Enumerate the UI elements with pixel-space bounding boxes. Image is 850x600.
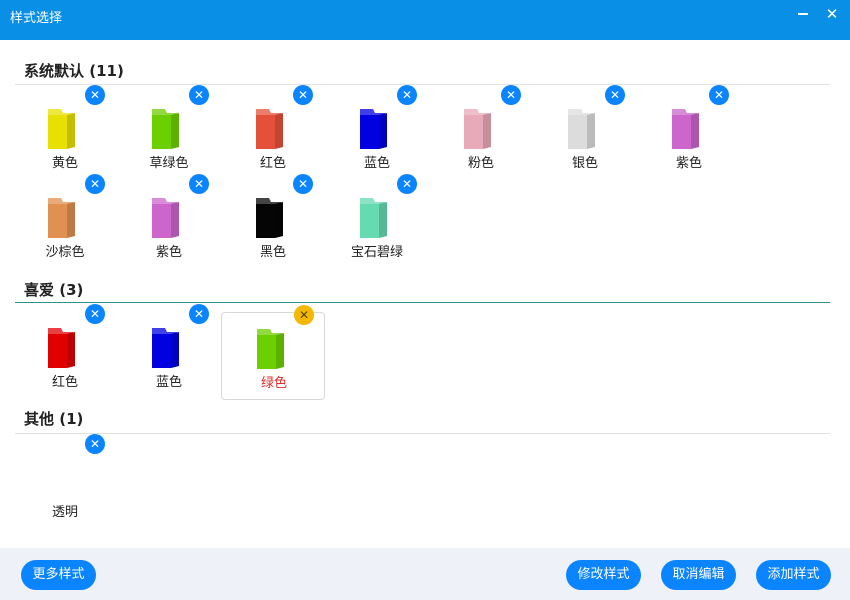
more-styles-button[interactable]: 更多样式	[21, 560, 96, 590]
folder-icon	[357, 196, 391, 240]
section-title: 系统默认 (11)	[24, 62, 124, 80]
delete-icon[interactable]: ✕	[85, 174, 105, 194]
cancel-edit-button[interactable]: 取消编辑	[661, 560, 736, 590]
style-label: 红色	[259, 156, 286, 171]
style-label: 沙棕色	[45, 245, 85, 260]
style-tile[interactable]: 紫色 ✕	[637, 85, 741, 181]
delete-icon[interactable]: ✕	[709, 85, 729, 105]
style-label: 银色	[571, 156, 598, 171]
delete-icon[interactable]: ✕	[293, 174, 313, 194]
delete-icon[interactable]: ✕	[85, 304, 105, 324]
style-label: 草绿色	[149, 156, 189, 171]
section-divider	[15, 302, 830, 303]
style-tile[interactable]: 蓝色 ✕	[325, 85, 429, 181]
style-tile[interactable]: 黄色 ✕	[13, 85, 117, 181]
window-title: 样式选择	[10, 11, 63, 26]
add-style-button[interactable]: 添加样式	[756, 560, 831, 590]
style-tile[interactable]: 红色 ✕	[13, 304, 117, 400]
style-tile[interactable]: 红色 ✕	[221, 85, 325, 181]
style-tile[interactable]: 草绿色 ✕	[117, 85, 221, 181]
delete-icon[interactable]: ✕	[397, 174, 417, 194]
folder-icon	[45, 456, 79, 500]
style-tile[interactable]: 蓝色 ✕	[117, 304, 221, 400]
style-tile[interactable]: 沙棕色 ✕	[13, 174, 117, 270]
folder-icon	[149, 196, 183, 240]
style-label: 蓝色	[155, 375, 182, 390]
style-tile[interactable]: 绿色 ✕	[221, 305, 325, 400]
section-title: 其他 (1)	[24, 410, 84, 428]
style-tile[interactable]: 粉色 ✕	[429, 85, 533, 181]
footer-bar: 更多样式 修改样式 取消编辑 添加样式	[0, 548, 850, 600]
style-label: 透明	[51, 505, 78, 520]
folder-icon	[149, 107, 183, 151]
style-label: 红色	[51, 375, 78, 390]
style-tile[interactable]: 黑色 ✕	[221, 174, 325, 270]
delete-icon[interactable]: ✕	[501, 85, 521, 105]
style-tile[interactable]: 宝石碧绿 ✕	[325, 174, 429, 270]
modify-style-button[interactable]: 修改样式	[566, 560, 641, 590]
minimize-icon[interactable]	[794, 6, 812, 22]
delete-icon[interactable]: ✕	[397, 85, 417, 105]
folder-icon	[45, 196, 79, 240]
style-label: 黑色	[259, 245, 286, 260]
folder-icon	[357, 107, 391, 151]
folder-icon	[461, 107, 495, 151]
delete-icon[interactable]: ✕	[85, 85, 105, 105]
section-title: 喜爱 (3)	[24, 281, 84, 299]
style-label: 绿色	[260, 376, 287, 391]
folder-icon	[149, 326, 183, 370]
folder-icon	[669, 107, 703, 151]
style-label: 粉色	[467, 156, 494, 171]
folder-icon	[253, 196, 287, 240]
folder-icon	[45, 326, 79, 370]
section-divider	[15, 433, 830, 434]
delete-icon[interactable]: ✕	[189, 85, 209, 105]
style-label: 蓝色	[363, 156, 390, 171]
delete-icon[interactable]: ✕	[189, 304, 209, 324]
folder-icon	[254, 327, 288, 371]
folder-icon	[253, 107, 287, 151]
title-bar: 样式选择 ✕	[0, 0, 850, 40]
delete-icon[interactable]: ✕	[293, 85, 313, 105]
delete-icon[interactable]: ✕	[85, 434, 105, 454]
style-label: 宝石碧绿	[350, 245, 403, 260]
folder-icon	[565, 107, 599, 151]
style-label: 紫色	[675, 156, 702, 171]
style-label: 黄色	[51, 156, 78, 171]
close-icon[interactable]: ✕	[823, 6, 841, 22]
style-tile[interactable]: 透明 ✕	[13, 434, 117, 530]
delete-icon[interactable]: ✕	[294, 305, 314, 325]
folder-icon	[45, 107, 79, 151]
delete-icon[interactable]: ✕	[189, 174, 209, 194]
style-label: 紫色	[155, 245, 182, 260]
style-tile[interactable]: 紫色 ✕	[117, 174, 221, 270]
delete-icon[interactable]: ✕	[605, 85, 625, 105]
section-divider	[15, 84, 830, 85]
style-tile[interactable]: 银色 ✕	[533, 85, 637, 181]
